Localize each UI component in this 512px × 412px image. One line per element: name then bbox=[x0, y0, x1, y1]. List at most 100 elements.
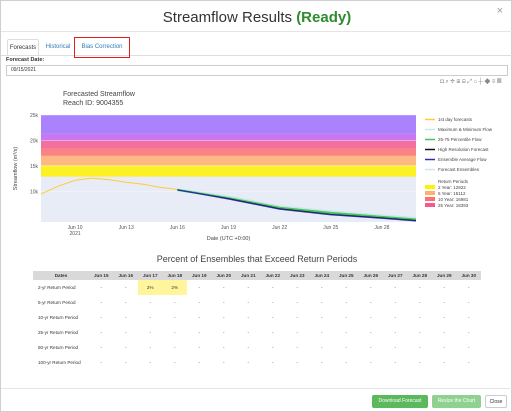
table-cell: - bbox=[124, 330, 127, 335]
x-axis-label: Date (UTC +0:00) bbox=[207, 236, 251, 242]
table-cell: - bbox=[443, 300, 446, 305]
table-cell: - bbox=[345, 330, 348, 335]
legend-swatch-icon bbox=[425, 185, 435, 189]
table-header-date: Jun 26 bbox=[358, 271, 383, 280]
table-cell: - bbox=[369, 330, 372, 335]
table-header-date: Jun 28 bbox=[407, 271, 432, 280]
y-tick-label: 15k bbox=[30, 164, 39, 170]
table-cell: - bbox=[296, 300, 299, 305]
table-cell: - bbox=[247, 285, 250, 290]
table-cell: - bbox=[467, 360, 470, 365]
table-cell: - bbox=[443, 360, 446, 365]
table-cell: - bbox=[149, 300, 152, 305]
row-label: 2-yr Return Period bbox=[38, 285, 76, 290]
table-cell: - bbox=[247, 315, 250, 320]
return-period-band bbox=[41, 148, 416, 156]
table-cell: - bbox=[149, 345, 152, 350]
y-tick-label: 10k bbox=[30, 189, 39, 195]
table-cell: - bbox=[296, 330, 299, 335]
table-cell: - bbox=[271, 345, 274, 350]
row-label: 100-yr Return Period bbox=[38, 360, 81, 365]
table-cell: - bbox=[345, 360, 348, 365]
legend-label: 25 Year: 18393 bbox=[438, 203, 469, 208]
x-tick-label-year: 2021 bbox=[70, 231, 81, 237]
table-cell: - bbox=[173, 315, 176, 320]
table-cell: - bbox=[198, 330, 201, 335]
x-tick-label: Jun 19 bbox=[221, 225, 236, 231]
legend-swatch-icon bbox=[425, 191, 435, 195]
table-cell: - bbox=[443, 345, 446, 350]
table-cell: - bbox=[222, 285, 225, 290]
table-cell: - bbox=[271, 330, 274, 335]
close-button[interactable]: Close bbox=[485, 395, 507, 408]
table-cell: - bbox=[100, 360, 103, 365]
table-header-date: Jun 16 bbox=[113, 271, 138, 280]
legend-header: Return Periods bbox=[438, 179, 469, 184]
table-cell: - bbox=[173, 330, 176, 335]
table-cell: - bbox=[124, 300, 127, 305]
tab-historical[interactable]: Historical bbox=[43, 39, 73, 56]
table-cell: - bbox=[345, 345, 348, 350]
table-header-date: Jun 29 bbox=[432, 271, 457, 280]
table-cell: - bbox=[247, 345, 250, 350]
streamflow-results-modal: Streamflow Results (Ready) × Forecasts H… bbox=[0, 0, 512, 412]
table-row: 2-yr Return Period - - 2% 2% - - - - - - - - - - - - bbox=[33, 280, 481, 295]
table-header-row: Dates Jun 15 Jun 16 Jun 17 Jun 18 Jun 19 Jun 2… bbox=[33, 271, 481, 280]
table-header-date: Jun 19 bbox=[187, 271, 212, 280]
table-header-date: Jun 24 bbox=[309, 271, 334, 280]
table-row: 10-yr Return Period - - - - - - - - - - - - - - - - bbox=[33, 310, 481, 325]
table-header-date: Jun 18 bbox=[162, 271, 187, 280]
resize-chart-button[interactable]: Resize the Chart bbox=[432, 395, 481, 408]
table-cell: - bbox=[296, 345, 299, 350]
table-cell: - bbox=[418, 330, 421, 335]
table-row: 100-yr Return Period - - - - - - - - - - - - - - - - bbox=[33, 355, 481, 370]
table-cell: - bbox=[320, 300, 323, 305]
table-cell: - bbox=[247, 300, 250, 305]
table-cell: - bbox=[100, 330, 103, 335]
return-period-band bbox=[41, 140, 416, 149]
table-cell: - bbox=[222, 345, 225, 350]
table-cell: - bbox=[443, 285, 446, 290]
y-tick-label: 25k bbox=[30, 113, 39, 119]
table-cell: - bbox=[222, 315, 225, 320]
table-cell: - bbox=[100, 285, 103, 290]
forecast-date-input[interactable]: 09/15/2021 bbox=[6, 65, 508, 76]
modal-title-text: Streamflow Results bbox=[162, 9, 293, 26]
table-cell: - bbox=[345, 285, 348, 290]
legend-label: High Resolution Forecast bbox=[438, 147, 489, 152]
chart-subtitle: Reach ID: 9004355 bbox=[63, 100, 123, 107]
table-cell: - bbox=[320, 315, 323, 320]
table-cell: - bbox=[418, 300, 421, 305]
table-cell: - bbox=[100, 300, 103, 305]
table-cell: - bbox=[198, 285, 201, 290]
close-icon[interactable]: × bbox=[497, 5, 503, 17]
table-cell: - bbox=[369, 300, 372, 305]
table-header-date: Jun 23 bbox=[285, 271, 310, 280]
legend-label: Maximum & Minimum Flow bbox=[438, 127, 493, 132]
table-cell: - bbox=[271, 300, 274, 305]
table-header-date: Jun 30 bbox=[456, 271, 481, 280]
x-tick-label: Jun 22 bbox=[272, 225, 287, 231]
row-label: 5-yr Return Period bbox=[38, 300, 76, 305]
table-cell: - bbox=[443, 330, 446, 335]
return-period-band bbox=[41, 155, 416, 166]
table-cell: - bbox=[100, 345, 103, 350]
table-cell: - bbox=[394, 360, 397, 365]
x-tick-label: Jun 13 bbox=[119, 225, 134, 231]
forecast-date-label: Forecast Date: bbox=[6, 57, 45, 63]
legend-label: Ensemble Average Flow bbox=[438, 157, 487, 162]
red-highlight-box bbox=[74, 37, 130, 58]
table-cell: - bbox=[198, 315, 201, 320]
table-cell: - bbox=[296, 315, 299, 320]
streamflow-chart[interactable]: 10k15k20k25kJun 102021Jun 13 Jun 16 Jun 19… bbox=[1, 85, 512, 245]
table-cell: - bbox=[296, 360, 299, 365]
exceed-table-title: Percent of Ensembles that Exceed Return … bbox=[156, 254, 358, 264]
table-cell: - bbox=[369, 285, 372, 290]
chart-title: Forecasted Streamflow bbox=[63, 91, 136, 98]
modal-title: Streamflow Results (Ready) bbox=[1, 9, 512, 26]
download-forecast-button[interactable]: Download Forecast bbox=[372, 395, 428, 408]
table-cell: - bbox=[271, 315, 274, 320]
tab-forecasts[interactable]: Forecasts bbox=[7, 39, 39, 56]
y-axis-label: Streamflow (m³/s) bbox=[13, 147, 19, 191]
table-cell: - bbox=[467, 285, 470, 290]
